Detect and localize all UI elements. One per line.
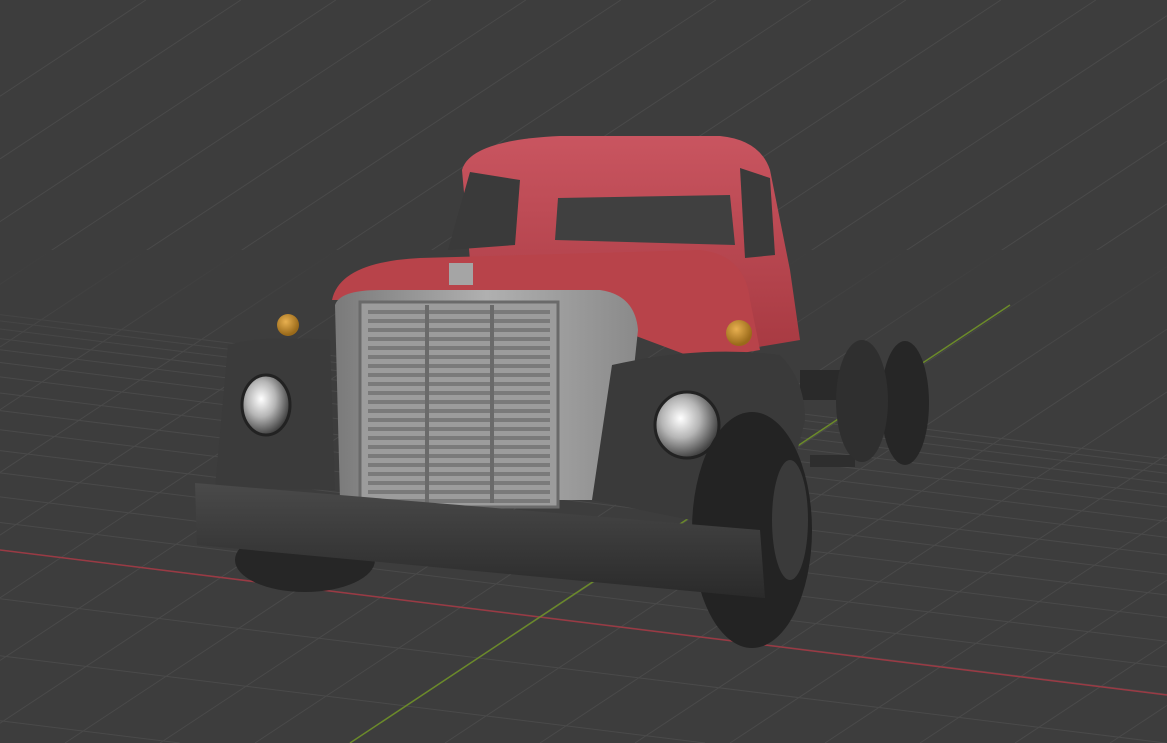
- grid-line-x: [0, 720, 180, 743]
- grid-line-y: [0, 0, 337, 223]
- grille-slat: [368, 472, 550, 476]
- front-right-hub: [772, 460, 808, 580]
- rear-wheel-inner: [836, 340, 888, 462]
- grille-slat: [368, 391, 550, 395]
- 3d-viewport[interactable]: [0, 0, 1167, 743]
- grille: [358, 300, 560, 509]
- grille-slat: [368, 337, 550, 341]
- left-marker-lamp: [277, 314, 299, 336]
- grid-line-y: [0, 0, 242, 160]
- grille-slat: [368, 427, 550, 431]
- grille-slat: [368, 481, 550, 485]
- grille-slat: [368, 490, 550, 494]
- grille-slat: [368, 445, 550, 449]
- grid-line-y: [1109, 704, 1167, 743]
- grille-divider: [490, 305, 494, 503]
- grille-slat: [368, 400, 550, 404]
- grille-slat: [368, 436, 550, 440]
- truck-model[interactable]: [195, 136, 929, 648]
- hood-emblem: [449, 263, 473, 285]
- grille-slat: [368, 454, 550, 458]
- rear-window: [555, 195, 735, 245]
- rear-wheel-outer: [881, 341, 929, 465]
- grille-slat: [368, 346, 550, 350]
- windshield-left: [448, 172, 520, 250]
- grille-slat: [368, 364, 550, 368]
- grille-divider: [425, 305, 429, 503]
- grille-slat: [368, 463, 550, 467]
- grid-line-y: [0, 0, 147, 97]
- chassis-rail: [810, 455, 855, 467]
- grille-slat: [368, 328, 550, 332]
- grille-slat: [368, 319, 550, 323]
- grille-slat: [368, 310, 550, 314]
- side-window: [740, 168, 775, 258]
- left-headlight: [240, 373, 292, 437]
- grille-slat: [368, 409, 550, 413]
- viewport-canvas[interactable]: [0, 0, 1167, 743]
- grid-line-y: [919, 579, 1167, 743]
- grid-line-y: [0, 0, 432, 285]
- grille-slat: [368, 373, 550, 377]
- right-marker-lamp: [726, 320, 752, 346]
- grid-line-y: [824, 516, 1167, 743]
- grille-slat: [368, 418, 550, 422]
- grille-slat: [368, 355, 550, 359]
- grid-line-x: [0, 655, 706, 743]
- grille-slat: [368, 382, 550, 386]
